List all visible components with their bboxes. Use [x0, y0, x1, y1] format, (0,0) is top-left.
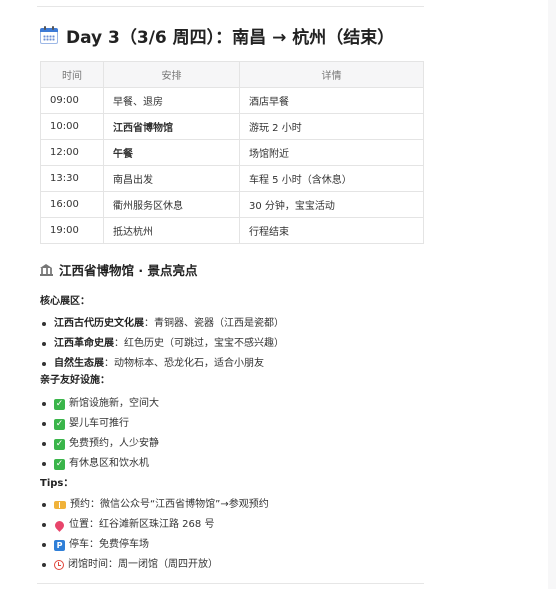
exhibit-desc: ：青铜器、瓷器（江西是瓷都）: [144, 318, 284, 329]
cell-time: 16:00: [40, 191, 104, 218]
cell-time: 09:00: [40, 87, 104, 114]
cell-detail: 30 分钟，宝宝活动: [239, 191, 424, 218]
cell-time: 13:30: [40, 165, 104, 192]
table-row: 19:00 抵达杭州 行程结束: [40, 217, 424, 244]
facility-text: 免费预约，人少安静: [69, 438, 159, 449]
cell-plan: 午餐: [103, 139, 240, 166]
museum-section-title: 江西省博物馆 · 景点亮点: [59, 263, 198, 278]
table-header-row: 时间 安排 详情: [40, 61, 424, 88]
list-item: 江西古代历史文化展 ：青铜器、瓷器（江西是瓷都）: [40, 314, 284, 334]
facility-text: 新馆设施新，空间大: [69, 398, 159, 409]
pin-icon: [53, 518, 66, 532]
table-row: 16:00 衢州服务区休息 30 分钟，宝宝活动: [40, 191, 424, 218]
cell-detail: 车程 5 小时（含休息）: [239, 165, 424, 192]
family-facilities-label: 亲子友好设施：: [40, 375, 110, 386]
document-page: Day 3（3/6 周四）：南昌 → 杭州（结束） 时间 安排 详情 09:00…: [0, 0, 548, 589]
alarm-clock-icon: [54, 560, 64, 570]
tips-label: Tips：: [40, 478, 74, 489]
cell-detail: 游玩 2 小时: [239, 113, 424, 140]
list-item: ✓ 新馆设施新，空间大: [40, 394, 159, 414]
list-item: 位置：红谷滩新区珠江路 268 号: [40, 515, 269, 535]
scrollbar[interactable]: [548, 0, 556, 589]
tips-list: 预约：微信公众号“江西省博物馆”→参观预约 位置：红谷滩新区珠江路 268 号 …: [40, 495, 269, 575]
check-icon: ✓: [54, 438, 65, 450]
cell-plan: 江西省博物馆: [103, 113, 240, 140]
table-row: 12:00 午餐 场馆附近: [40, 139, 424, 166]
facility-text: 婴儿车可推行: [69, 418, 129, 429]
core-exhibits-list: 江西古代历史文化展 ：青铜器、瓷器（江西是瓷都） 江西革命史展 ：红色历史（可跳过，…: [40, 314, 284, 374]
check-icon: ✓: [54, 398, 65, 410]
list-item: ✓ 有休息区和饮水机: [40, 454, 159, 474]
cell-plan: 早餐、退房: [103, 87, 240, 114]
core-exhibits-label: 核心展区：: [40, 296, 90, 307]
day-heading: Day 3（3/6 周四）：南昌 → 杭州（结束）: [40, 22, 394, 48]
list-item: ✓ 免费预约，人少安静: [40, 434, 159, 454]
list-item: 闭馆时间：周一闭馆（周四开放）: [40, 555, 269, 575]
calendar-icon: [40, 26, 58, 44]
header-time: 时间: [40, 61, 104, 88]
schedule-table: 时间 安排 详情 09:00 早餐、退房 酒店早餐 10:00 江西省博物馆 游…: [40, 61, 424, 244]
tip-text: 预约：微信公众号“江西省博物馆”→参观预约: [70, 499, 269, 510]
divider-bottom: [37, 583, 424, 584]
table-row: 13:30 南昌出发 车程 5 小时（含休息）: [40, 165, 424, 192]
museum-icon: [40, 263, 53, 276]
divider-top: [37, 6, 424, 7]
day-title-text: Day 3（3/6 周四）：南昌 → 杭州（结束）: [66, 27, 395, 48]
check-icon: ✓: [54, 418, 65, 430]
cell-plan: 衢州服务区休息: [103, 191, 240, 218]
cell-detail: 场馆附近: [239, 139, 424, 166]
cell-time: 12:00: [40, 139, 104, 166]
check-icon: ✓: [54, 458, 65, 470]
tip-text: 停车：免费停车场: [69, 539, 149, 550]
ticket-icon: [54, 501, 66, 509]
list-item: 预约：微信公众号“江西省博物馆”→参观预约: [40, 495, 269, 515]
cell-time: 19:00: [40, 217, 104, 244]
tip-text: 位置：红谷滩新区珠江路 268 号: [69, 519, 215, 530]
list-item: 江西革命史展 ：红色历史（可跳过，宝宝不感兴趣）: [40, 334, 284, 354]
header-plan: 安排: [103, 61, 240, 88]
exhibit-name: 江西革命史展: [54, 338, 114, 349]
cell-plan: 南昌出发: [103, 165, 240, 192]
header-detail: 详情: [239, 61, 424, 88]
exhibit-desc: ：红色历史（可跳过，宝宝不感兴趣）: [114, 338, 284, 349]
museum-section-heading: 江西省博物馆 · 景点亮点: [40, 260, 197, 279]
cell-detail: 酒店早餐: [239, 87, 424, 114]
cell-detail: 行程结束: [239, 217, 424, 244]
cell-plan: 抵达杭州: [103, 217, 240, 244]
exhibit-name: 江西古代历史文化展: [54, 318, 144, 329]
list-item: ✓ 婴儿车可推行: [40, 414, 159, 434]
cell-time: 10:00: [40, 113, 104, 140]
list-item: P 停车：免费停车场: [40, 535, 269, 555]
family-facilities-list: ✓ 新馆设施新，空间大 ✓ 婴儿车可推行 ✓ 免费预约，人少安静 ✓ 有休息区和饮水机: [40, 394, 159, 474]
parking-icon: P: [54, 539, 65, 551]
table-row: 09:00 早餐、退房 酒店早餐: [40, 87, 424, 114]
table-row: 10:00 江西省博物馆 游玩 2 小时: [40, 113, 424, 140]
tip-text: 闭馆时间：周一闭馆（周四开放）: [68, 559, 218, 570]
facility-text: 有休息区和饮水机: [69, 458, 149, 469]
exhibit-desc: ：动物标本、恐龙化石，适合小朋友: [104, 358, 264, 369]
